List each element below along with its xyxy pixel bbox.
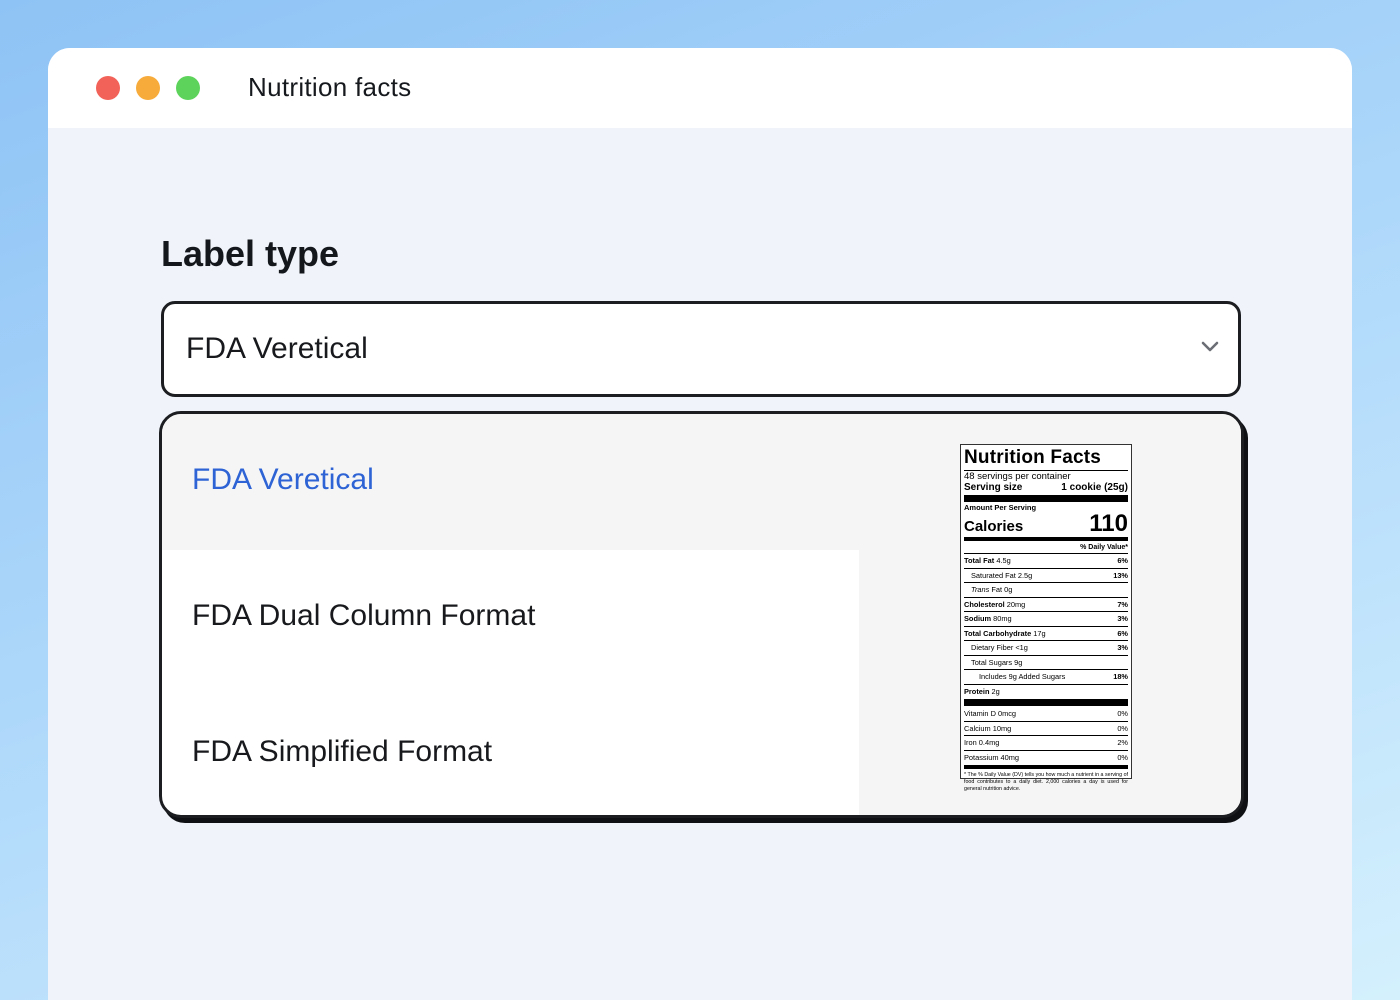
nf-title: Nutrition Facts (964, 447, 1102, 468)
window-title: Nutrition facts (248, 72, 412, 102)
nf-serving-size-value: 1 cookie (25g) (1061, 482, 1128, 493)
nf-calories-value: 110 (1089, 510, 1128, 537)
nutrition-facts-label-preview: Nutrition Facts 48 servings per containe… (960, 444, 1132, 792)
close-window-button[interactable] (96, 76, 120, 100)
app-window: Nutrition facts Label type FDA Veretical… (48, 48, 1352, 1000)
nf-row-sodium: Sodium 80mg 3% (964, 612, 1128, 627)
select-current-value: FDA Veretical (186, 332, 368, 365)
nf-row-total-fat: Total Fat 4.5g 6% (964, 554, 1128, 569)
option-label: FDA Simplified Format (192, 735, 493, 768)
nf-calories-row: Calories 110 (964, 512, 1128, 536)
label-type-select[interactable]: FDA Veretical (161, 301, 1241, 397)
option-label: FDA Veretical (192, 463, 374, 496)
nf-serving-size: Serving size 1 cookie (25g) (964, 482, 1128, 494)
option-fda-vertical[interactable]: FDA Veretical (162, 414, 859, 550)
title-bar: Nutrition facts (48, 48, 1352, 128)
nf-calories-label: Calories (964, 518, 1024, 535)
option-fda-simplified[interactable]: FDA Simplified Format (162, 686, 859, 815)
option-fda-dual-column[interactable]: FDA Dual Column Format (162, 550, 859, 686)
nf-footnote: * The % Daily Value (DV) tells you how m… (964, 772, 1128, 792)
nf-row-iron: Iron 0.4mg 2% (964, 736, 1128, 751)
nf-row-trans-fat: Trans Fat 0g (964, 583, 1128, 598)
minimize-window-button[interactable] (136, 76, 160, 100)
maximize-window-button[interactable] (176, 76, 200, 100)
nf-servings: 48 servings per container (964, 470, 1128, 482)
nf-row-calcium: Calcium 10mg 0% (964, 722, 1128, 736)
nf-divider (964, 495, 1128, 502)
nf-row-dietary-fiber: Dietary Fiber <1g 3% (964, 641, 1128, 656)
nf-row-total-sugars: Total Sugars 9g (964, 656, 1128, 670)
nf-row-total-carbohydrate: Total Carbohydrate 17g 6% (964, 627, 1128, 641)
nf-divider (964, 537, 1128, 541)
nf-dv-header: % Daily Value* (964, 542, 1128, 554)
nf-divider (964, 699, 1128, 706)
nf-row-cholesterol: Cholesterol 20mg 7% (964, 598, 1128, 612)
nf-row-protein: Protein 2g (964, 686, 1000, 696)
chevron-down-icon (1201, 341, 1219, 352)
nf-serving-size-label: Serving size (964, 482, 1023, 493)
option-label: FDA Dual Column Format (192, 599, 536, 632)
nf-row-saturated-fat: Saturated Fat 2.5g 13% (964, 569, 1128, 583)
nf-row-potassium: Potassium 40mg 0% (964, 752, 1128, 762)
nf-row-vitamin-d: Vitamin D 0mcg 0% (964, 707, 1128, 722)
label-type-dropdown: FDA Veretical FDA Dual Column Format FDA… (159, 411, 1244, 818)
nf-row-added-sugars: Includes 9g Added Sugars 18% (964, 670, 1128, 685)
label-preview-pane: Nutrition Facts 48 servings per containe… (859, 414, 1241, 815)
nf-divider (964, 765, 1128, 769)
label-type-heading: Label type (161, 233, 340, 274)
